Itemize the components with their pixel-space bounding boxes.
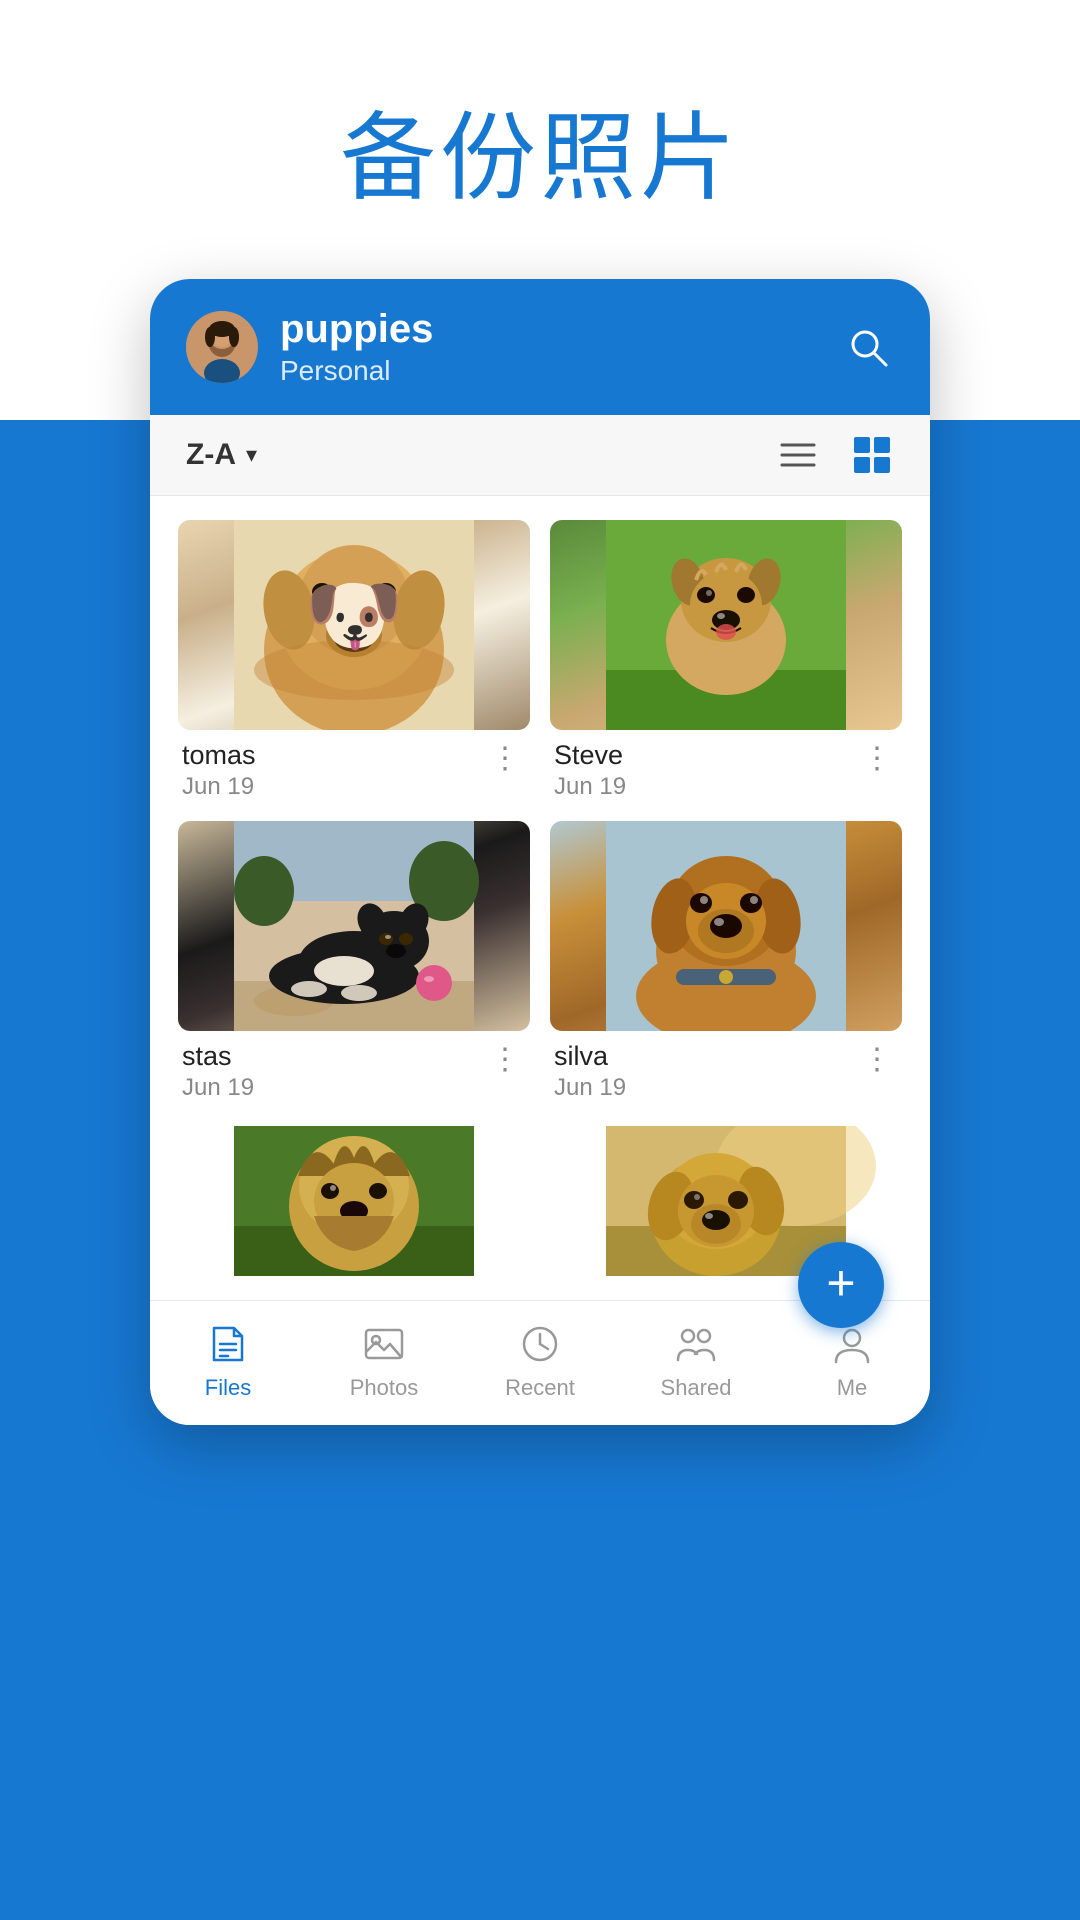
nav-label-files: Files bbox=[205, 1375, 251, 1401]
chevron-down-icon: ▾ bbox=[246, 442, 257, 468]
nav-item-files[interactable]: Files bbox=[168, 1319, 288, 1401]
file-name: Steve bbox=[554, 740, 626, 771]
nav-item-shared[interactable]: Shared bbox=[636, 1319, 756, 1401]
nav-label-recent: Recent bbox=[505, 1375, 575, 1401]
app-header: puppies Personal bbox=[150, 279, 930, 415]
phone-frame: puppies Personal Z-A ▾ bbox=[150, 279, 930, 1425]
file-date: Jun 19 bbox=[182, 1074, 254, 1102]
list-icon bbox=[776, 433, 820, 477]
header-left: puppies Personal bbox=[186, 307, 433, 387]
more-button[interactable]: ⋮ bbox=[858, 740, 898, 778]
files-icon bbox=[203, 1319, 253, 1369]
nav-label-photos: Photos bbox=[350, 1375, 419, 1401]
toolbar: Z-A ▾ bbox=[150, 415, 930, 496]
fab-button[interactable]: + bbox=[798, 1242, 884, 1328]
fab-plus-icon: + bbox=[826, 1258, 855, 1308]
file-item: Steve Jun 19 ⋮ bbox=[550, 520, 902, 801]
file-name-date: Steve Jun 19 bbox=[554, 740, 626, 801]
nav-item-recent[interactable]: Recent bbox=[480, 1319, 600, 1401]
file-name: tomas bbox=[182, 740, 256, 771]
list-view-button[interactable] bbox=[776, 433, 820, 477]
grid-view-button[interactable] bbox=[850, 433, 894, 477]
folder-title: puppies bbox=[280, 307, 433, 351]
nav-item-me[interactable]: Me bbox=[792, 1319, 912, 1401]
sort-control[interactable]: Z-A ▾ bbox=[186, 438, 257, 472]
file-info: silva Jun 19 ⋮ bbox=[550, 1041, 902, 1102]
file-name-date: tomas Jun 19 bbox=[182, 740, 256, 801]
file-thumbnail[interactable] bbox=[178, 821, 530, 1031]
grid-icon bbox=[850, 433, 894, 477]
file-name: silva bbox=[554, 1041, 626, 1072]
nav-label-me: Me bbox=[837, 1375, 868, 1401]
file-name-date: silva Jun 19 bbox=[554, 1041, 626, 1102]
file-info: tomas Jun 19 ⋮ bbox=[178, 740, 530, 801]
file-date: Jun 19 bbox=[554, 773, 626, 801]
sort-label: Z-A bbox=[186, 438, 236, 472]
file-thumbnail[interactable] bbox=[178, 520, 530, 730]
bottom-nav-container: + Files bbox=[150, 1300, 930, 1425]
file-name: stas bbox=[182, 1041, 254, 1072]
header-text: puppies Personal bbox=[280, 307, 433, 387]
file-info: stas Jun 19 ⋮ bbox=[178, 1041, 530, 1102]
avatar-image bbox=[186, 311, 258, 383]
bottom-nav: Files Photos bbox=[150, 1300, 930, 1425]
files-grid: tomas Jun 19 ⋮ bbox=[150, 496, 930, 1126]
file-info: Steve Jun 19 ⋮ bbox=[550, 740, 902, 801]
hero-title: 备份照片 bbox=[340, 80, 740, 219]
file-name-date: stas Jun 19 bbox=[182, 1041, 254, 1102]
shared-icon bbox=[671, 1319, 721, 1369]
file-item: stas Jun 19 ⋮ bbox=[178, 821, 530, 1102]
file-date: Jun 19 bbox=[554, 1074, 626, 1102]
file-date: Jun 19 bbox=[182, 773, 256, 801]
search-icon bbox=[846, 325, 890, 369]
toolbar-right bbox=[776, 433, 894, 477]
more-button[interactable]: ⋮ bbox=[858, 1041, 898, 1079]
file-thumbnail-partial[interactable] bbox=[178, 1126, 530, 1276]
search-button[interactable] bbox=[842, 321, 894, 373]
nav-label-shared: Shared bbox=[661, 1375, 732, 1401]
more-button[interactable]: ⋮ bbox=[486, 740, 526, 778]
file-item: silva Jun 19 ⋮ bbox=[550, 821, 902, 1102]
file-thumbnail[interactable] bbox=[550, 520, 902, 730]
recent-icon bbox=[515, 1319, 565, 1369]
file-thumbnail[interactable] bbox=[550, 821, 902, 1031]
folder-subtitle: Personal bbox=[280, 355, 433, 387]
file-item: tomas Jun 19 ⋮ bbox=[178, 520, 530, 801]
more-button[interactable]: ⋮ bbox=[486, 1041, 526, 1079]
photos-icon bbox=[359, 1319, 409, 1369]
avatar[interactable] bbox=[186, 311, 258, 383]
nav-item-photos[interactable]: Photos bbox=[324, 1319, 444, 1401]
